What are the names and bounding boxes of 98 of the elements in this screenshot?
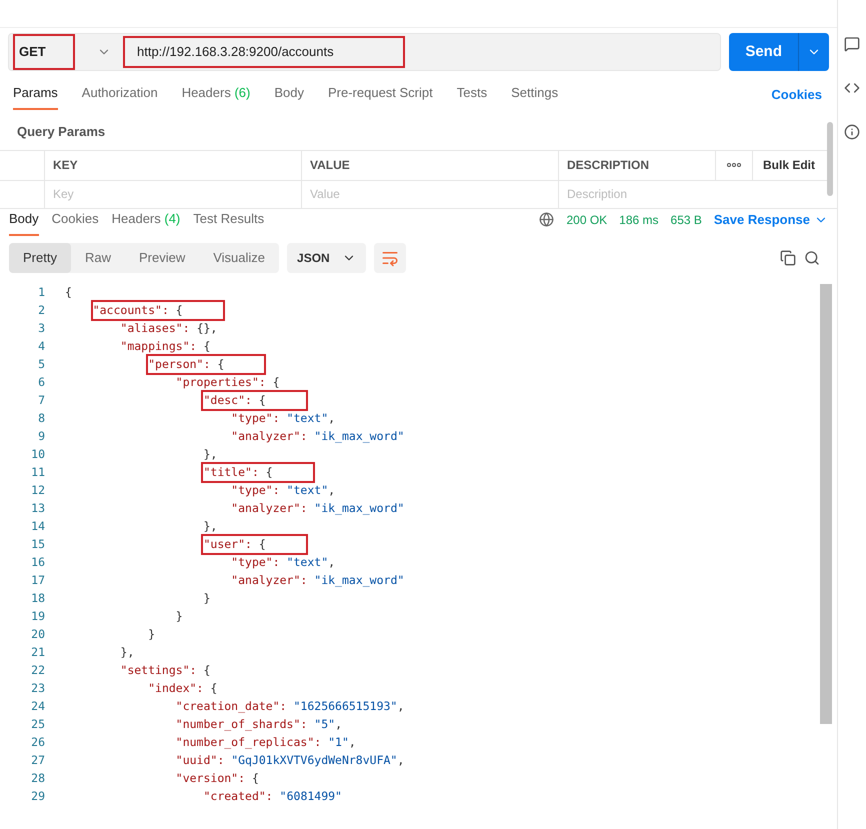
line-number: 5	[37, 356, 45, 373]
view-mode-tab[interactable]: Pretty	[9, 242, 71, 272]
code-line: {	[65, 284, 73, 301]
line-number: 28	[30, 770, 45, 787]
scrollbar[interactable]	[820, 284, 832, 724]
wrap-icon[interactable]	[374, 242, 406, 272]
response-size: 653 B	[670, 212, 702, 229]
line-number: 26	[30, 734, 45, 751]
response-tab[interactable]: Test Results	[193, 209, 264, 236]
line-number: 15	[30, 536, 45, 553]
info-icon[interactable]	[844, 124, 860, 140]
line-number: 7	[37, 392, 45, 409]
line-number: 10	[30, 446, 45, 463]
code-line: }	[176, 608, 184, 625]
code-line: "analyzer": "ik_max_word"	[231, 500, 406, 517]
code-line: "creation_date": "1625666515193",	[176, 698, 406, 715]
method-label: GET	[13, 34, 75, 70]
code-line: "accounts": {	[92, 302, 223, 320]
code-line: }	[148, 626, 156, 643]
response-tab[interactable]: Headers (4)	[112, 209, 180, 236]
copy-icon[interactable]	[780, 250, 796, 266]
code-line: "type": "text",	[231, 554, 336, 571]
code-line: "analyzer": "ik_max_word"	[231, 572, 406, 589]
globe-icon[interactable]	[539, 212, 554, 228]
response-tab[interactable]: Cookies	[52, 209, 99, 236]
param-input-field[interactable]: Key	[45, 180, 302, 208]
scrollbar[interactable]	[827, 122, 833, 196]
code-line: },	[120, 644, 136, 661]
code-line: "mappings": {	[120, 338, 212, 355]
column-header: KEY	[45, 150, 302, 180]
column-header: VALUE	[302, 150, 559, 180]
line-number: 29	[30, 788, 45, 805]
line-number: 4	[37, 338, 45, 355]
column-header: DESCRIPTION	[559, 150, 716, 180]
line-number: 16	[30, 554, 45, 571]
code-line: "aliases": {},	[120, 320, 218, 337]
view-mode-tab[interactable]: Raw	[70, 242, 125, 272]
code-line: "type": "text",	[231, 410, 336, 427]
request-tab[interactable]: Body	[274, 82, 304, 110]
line-number: 27	[30, 752, 45, 769]
request-tab[interactable]: Tests	[456, 82, 488, 110]
line-number: 8	[37, 410, 45, 427]
line-number: 9	[37, 428, 45, 445]
response-time: 186 ms	[619, 212, 659, 229]
code-line: "version": {	[176, 770, 260, 787]
response-tab[interactable]: Body	[9, 209, 39, 236]
code-line: "person": {	[148, 356, 264, 374]
line-number: 24	[30, 698, 45, 715]
bulk-edit-button[interactable]: Bulk Edit	[753, 156, 826, 174]
request-tab[interactable]: Authorization	[82, 82, 158, 110]
code-line: },	[203, 518, 218, 535]
code-line: "title": {	[203, 464, 313, 482]
line-number: 6	[37, 374, 45, 391]
request-tab[interactable]: Headers (6)	[182, 82, 250, 110]
code-line: "number_of_replicas": "1",	[176, 734, 357, 751]
line-number: 18	[30, 590, 45, 607]
code-line: "user": {	[203, 536, 306, 554]
format-dropdown[interactable]: JSON	[287, 242, 366, 272]
code-line: "desc": {	[203, 392, 306, 410]
code-line: "type": "text",	[231, 482, 336, 499]
line-number: 11	[30, 464, 45, 481]
line-number: 14	[30, 518, 45, 535]
search-icon[interactable]	[804, 250, 820, 266]
query-params-title: Query Params	[16, 123, 106, 141]
line-number: 22	[30, 662, 45, 679]
line-number: 2	[37, 302, 45, 319]
code-line: "index": {	[148, 680, 218, 697]
line-number: 20	[30, 626, 45, 643]
request-tab[interactable]: Settings	[511, 82, 558, 110]
url-input-field[interactable]: http://192.168.3.28:9200/accounts	[123, 36, 405, 68]
request-tab[interactable]: Pre-request Script	[328, 82, 433, 110]
method-dropdown[interactable]: GET	[9, 34, 119, 70]
code-line: "properties": {	[176, 374, 281, 391]
line-number: 25	[30, 716, 45, 733]
comment-icon[interactable]	[844, 36, 860, 52]
view-mode-tab[interactable]: Visualize	[199, 242, 280, 272]
cookies-link[interactable]: Cookies	[771, 84, 822, 110]
line-number: 21	[30, 644, 45, 661]
line-number: 17	[30, 572, 45, 589]
save-response-button[interactable]: Save Response	[714, 210, 828, 230]
code-line: },	[203, 446, 218, 463]
code-line: "uuid": "GqJ01kXVTV6ydWeNr8vUFA",	[176, 752, 406, 769]
line-number: 23	[30, 680, 45, 697]
view-mode-tab[interactable]: Preview	[124, 242, 200, 272]
code-line: "analyzer": "ik_max_word"	[231, 428, 406, 445]
line-number: 1	[37, 284, 45, 301]
code-line: "settings": {	[120, 662, 212, 679]
line-number: 13	[30, 500, 45, 517]
code-line: "number_of_shards": "5",	[176, 716, 343, 733]
code-line: }	[203, 590, 212, 607]
param-input-field[interactable]: Description	[559, 180, 716, 208]
line-number: 12	[30, 482, 45, 499]
code-line: "created": "6081499"	[203, 788, 343, 805]
status-code: 200 OK	[566, 212, 608, 229]
line-number: 3	[37, 320, 45, 337]
line-number: 19	[30, 608, 45, 625]
request-tab[interactable]: Params	[13, 82, 58, 110]
param-input-field[interactable]: Value	[302, 180, 559, 208]
